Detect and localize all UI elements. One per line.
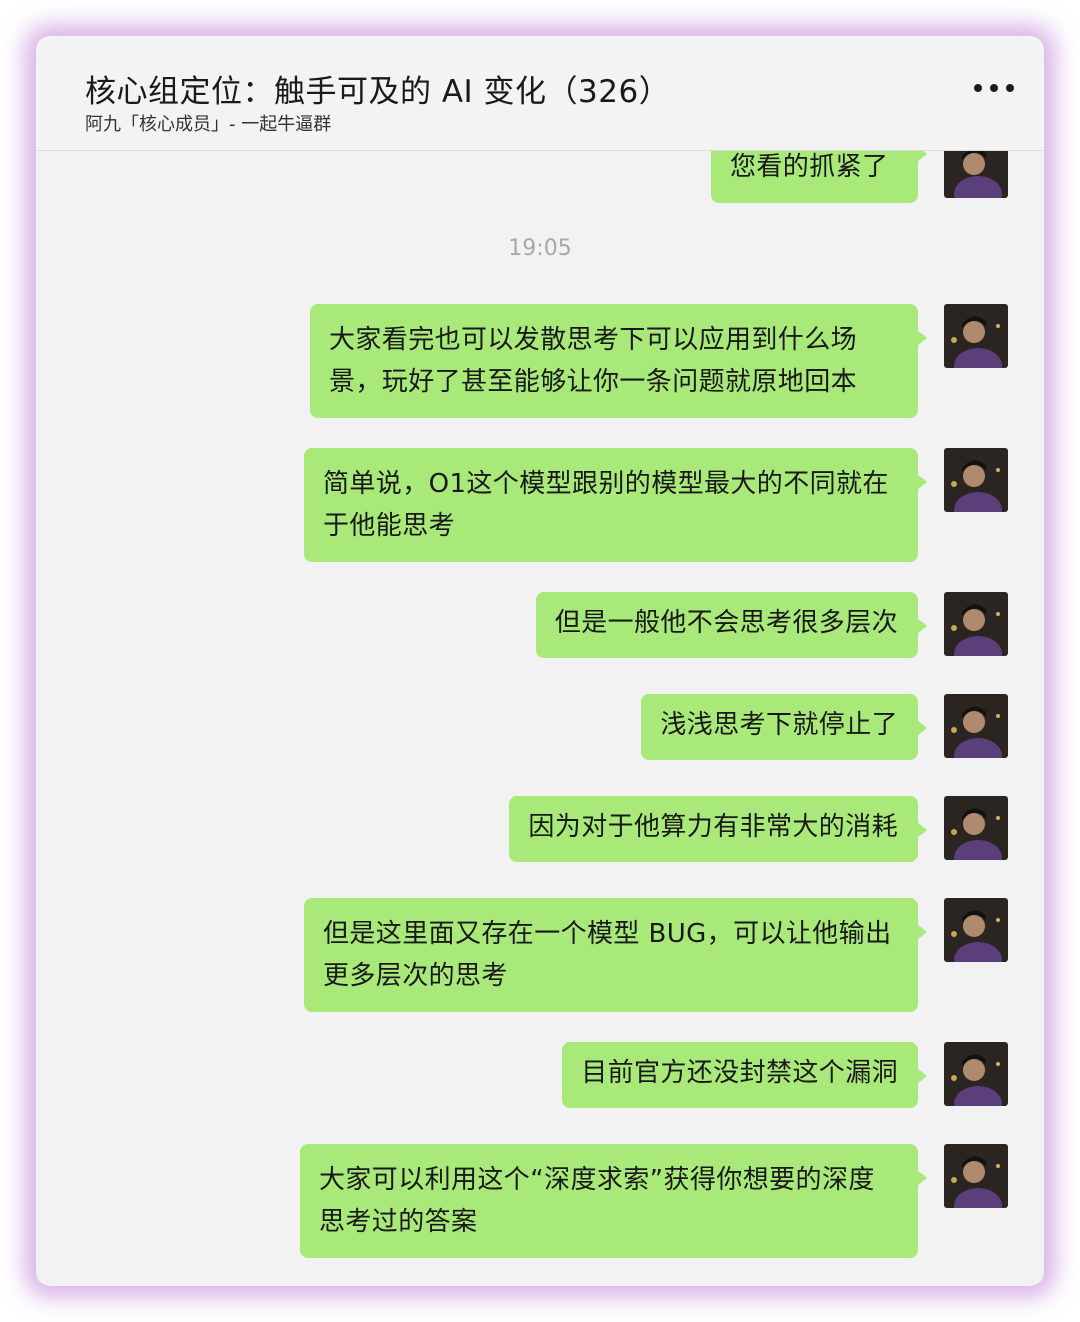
message-text: 大家看完也可以发散思考下可以应用到什么场景，玩好了甚至能够让你一条问题就原地回本 — [329, 325, 858, 397]
message-list[interactable]: 您看的抓紧了 19:05 大家看完也可以发散思考下可以应用到什么场景，玩好了甚至… — [36, 36, 1044, 1286]
timestamp: 19:05 — [508, 236, 572, 261]
avatar-photo-icon — [944, 694, 1008, 758]
chat-window: 您看的抓紧了 19:05 大家看完也可以发散思考下可以应用到什么场景，玩好了甚至… — [36, 36, 1044, 1286]
message-item: 大家看完也可以发散思考下可以应用到什么场景，玩好了甚至能够让你一条问题就原地回本 — [310, 304, 1008, 418]
message-item: 但是一般他不会思考很多层次 — [535, 592, 1008, 658]
message-bubble[interactable]: 大家可以利用这个“深度求索”获得你想要的深度思考过的答案 — [300, 1144, 927, 1258]
message-bubble[interactable]: 大家看完也可以发散思考下可以应用到什么场景，玩好了甚至能够让你一条问题就原地回本 — [310, 304, 927, 418]
message-item: 大家可以利用这个“深度求索”获得你想要的深度思考过的答案 — [300, 1144, 1008, 1258]
avatar-photo-icon — [944, 592, 1008, 656]
message-text: 大家可以利用这个“深度求索”获得你想要的深度思考过的答案 — [319, 1165, 875, 1237]
message-bubble[interactable]: 简单说，O1这个模型跟别的模型最大的不同就在于他能思考 — [304, 448, 927, 562]
avatar-photo-icon — [944, 796, 1008, 860]
more-icon[interactable] — [974, 76, 1014, 100]
avatar-photo-icon — [944, 448, 1008, 512]
avatar[interactable] — [944, 1042, 1008, 1106]
avatar[interactable] — [944, 898, 1008, 962]
dot — [990, 84, 998, 92]
avatar[interactable] — [944, 694, 1008, 758]
message-item: 目前官方还没封禁这个漏洞 — [562, 1042, 1008, 1108]
message-bubble[interactable]: 因为对于他算力有非常大的消耗 — [509, 796, 927, 862]
avatar-photo-icon — [944, 1144, 1008, 1208]
message-bubble[interactable]: 目前官方还没封禁这个漏洞 — [562, 1042, 927, 1108]
message-bubble[interactable]: 但是一般他不会思考很多层次 — [535, 592, 928, 658]
avatar[interactable] — [944, 448, 1008, 512]
avatar-photo-icon — [944, 304, 1008, 368]
message-text: 浅浅思考下就停止了 — [660, 710, 898, 740]
message-bubble[interactable]: 但是这里面又存在一个模型 BUG，可以让他输出更多层次的思考 — [304, 898, 927, 1012]
message-bubble[interactable]: 浅浅思考下就停止了 — [641, 694, 927, 760]
message-item: 但是这里面又存在一个模型 BUG，可以让他输出更多层次的思考 — [304, 898, 1008, 1012]
message-text: 简单说，O1这个模型跟别的模型最大的不同就在于他能思考 — [323, 469, 889, 541]
chat-subtitle: 阿九「核心成员」- 一起牛逼群 — [85, 114, 332, 135]
message-item: 简单说，O1这个模型跟别的模型最大的不同就在于他能思考 — [304, 448, 1008, 562]
avatar[interactable] — [944, 1144, 1008, 1208]
chat-title: 核心组定位：触手可及的 AI 变化（326） — [85, 74, 671, 110]
message-text: 您看的抓紧了 — [730, 152, 889, 182]
avatar[interactable] — [944, 592, 1008, 656]
message-text: 但是这里面又存在一个模型 BUG，可以让他输出更多层次的思考 — [323, 919, 892, 991]
avatar-photo-icon — [944, 898, 1008, 962]
avatar[interactable] — [944, 796, 1008, 860]
avatar-photo-icon — [944, 1042, 1008, 1106]
message-item: 因为对于他算力有非常大的消耗 — [509, 796, 1008, 862]
dot — [1006, 84, 1014, 92]
dot — [974, 84, 982, 92]
message-text: 但是一般他不会思考很多层次 — [554, 608, 898, 638]
message-text: 目前官方还没封禁这个漏洞 — [581, 1058, 898, 1088]
message-item: 浅浅思考下就停止了 — [641, 694, 1008, 760]
chat-header: 核心组定位：触手可及的 AI 变化（326） 阿九「核心成员」- 一起牛逼群 — [36, 36, 1044, 151]
avatar[interactable] — [944, 304, 1008, 368]
message-text: 因为对于他算力有非常大的消耗 — [528, 812, 898, 842]
